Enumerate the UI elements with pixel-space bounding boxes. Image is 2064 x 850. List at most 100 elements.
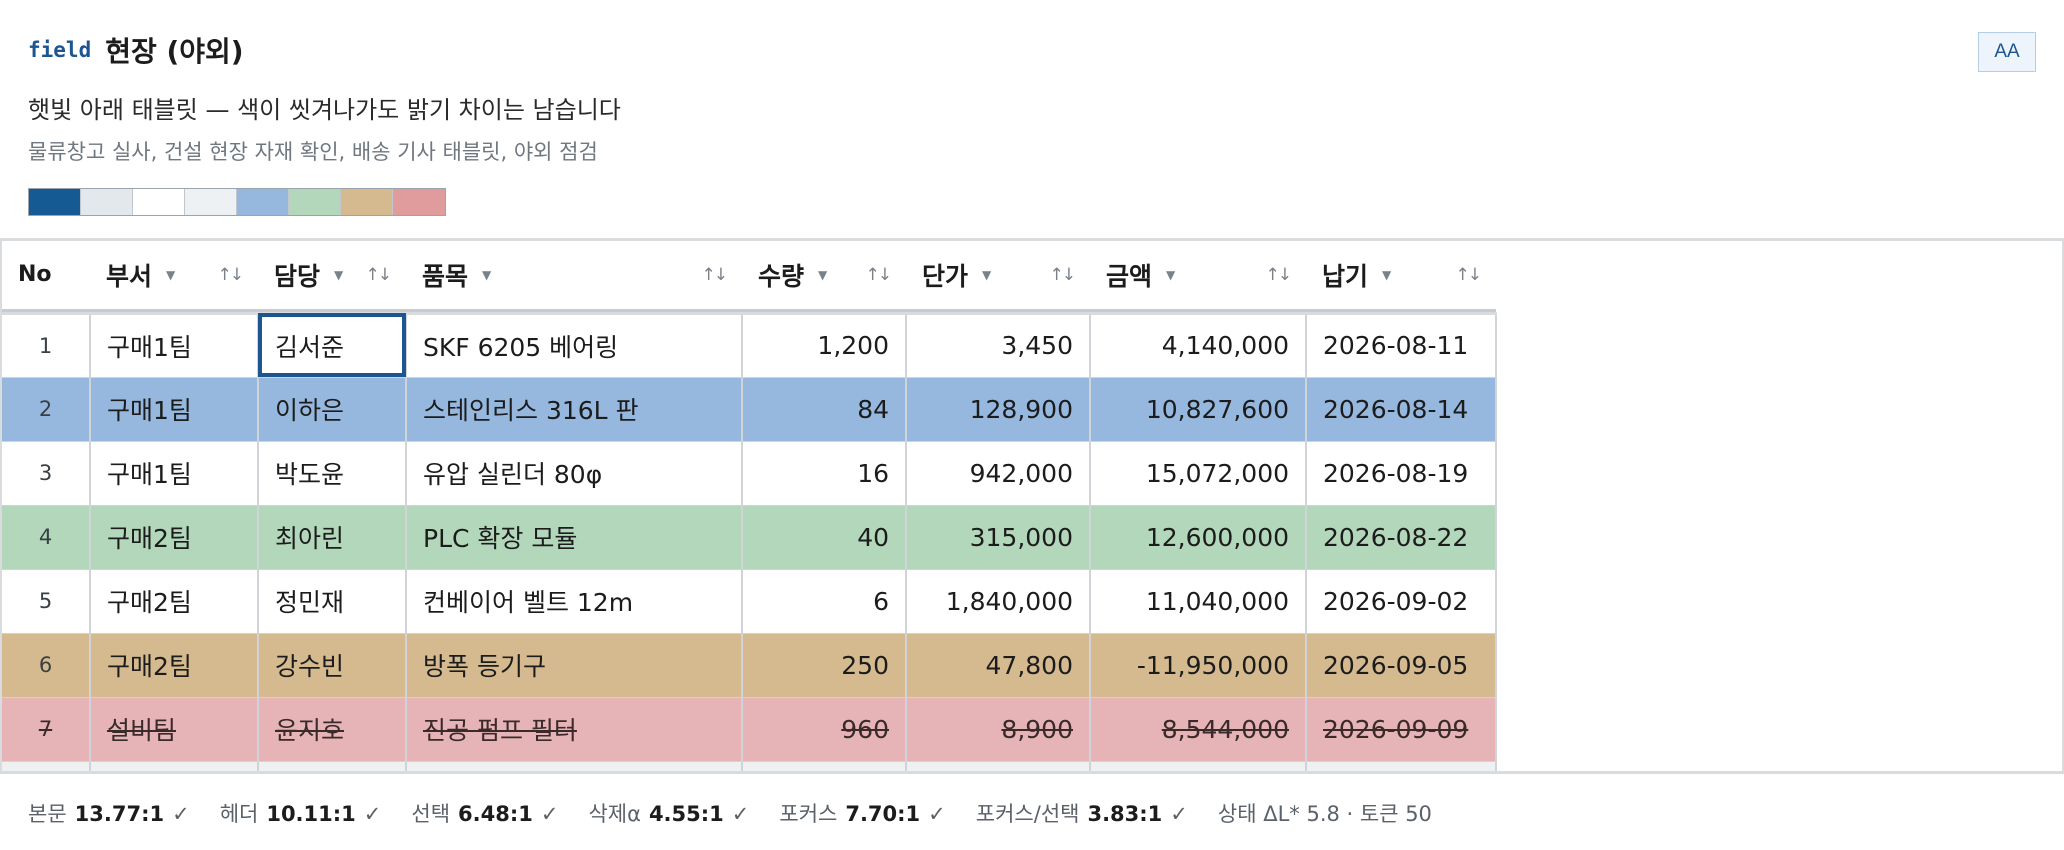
table-row-deleted[interactable]: 7 설비팀 윤지호 진공 펌프 필터 960 8,900 8,544,000 2…: [2, 697, 1497, 762]
table-row-added[interactable]: 4 구매2팀 최아린 PLC 확장 모듈 40 315,000 12,600,0…: [2, 505, 1497, 570]
filter-caret-icon[interactable]: ▼: [166, 268, 175, 282]
page-header: field 현장 (야외) AA 햇빛 아래 태블릿 — 색이 씻겨나가도 밝기…: [28, 30, 2036, 216]
cell-amount[interactable]: 10,827,600: [1090, 377, 1307, 442]
cell-due[interactable]: 2026-09-09: [1306, 697, 1497, 762]
cell-no[interactable]: 3: [2, 441, 91, 506]
cell-no[interactable]: 5: [2, 569, 91, 634]
cell-item[interactable]: 컨베이어 벨트 12m: [406, 569, 743, 634]
cell-amount[interactable]: 4,140,000: [1090, 313, 1307, 378]
cell-dept[interactable]: 구매1팀: [90, 377, 259, 442]
cell-due[interactable]: 2026-08-14: [1306, 377, 1497, 442]
cell-amount[interactable]: 12,600,000: [1090, 505, 1307, 570]
cell-item[interactable]: PLC 확장 모듈: [406, 505, 743, 570]
cell-dept[interactable]: 설비팀: [90, 697, 259, 762]
cell-dept[interactable]: 구매2팀: [90, 633, 259, 698]
sort-icon[interactable]: ↑↓: [218, 265, 244, 285]
column-header-dept[interactable]: 부서 ▼ ↑↓: [90, 241, 258, 315]
cell-dept[interactable]: 구매2팀: [90, 505, 259, 570]
cell-owner-focused[interactable]: 김서준: [258, 313, 407, 378]
table-row[interactable]: 3 구매1팀 박도윤 유압 실린더 80φ 16 942,000 15,072,…: [2, 441, 1497, 506]
filter-caret-icon[interactable]: ▼: [1382, 268, 1391, 282]
cell-owner[interactable]: 이하은: [258, 377, 407, 442]
stat-focus: 포커스 7.70:1 ✓: [779, 802, 946, 826]
sort-icon[interactable]: ↑↓: [1456, 265, 1482, 285]
sort-icon[interactable]: ↑↓: [702, 265, 728, 285]
sort-icon[interactable]: ↑↓: [1266, 265, 1292, 285]
cell-dept[interactable]: 구매1팀: [90, 313, 259, 378]
sort-icon[interactable]: ↑↓: [866, 265, 892, 285]
filter-caret-icon[interactable]: ▼: [1166, 268, 1175, 282]
cell-qty[interactable]: 960: [742, 697, 907, 762]
swatch: [185, 189, 237, 215]
cell-price[interactable]: 3,450: [906, 313, 1091, 378]
cell-owner[interactable]: 최아린: [258, 505, 407, 570]
cell-price[interactable]: 942,000: [906, 441, 1091, 506]
cell-no[interactable]: 1: [2, 313, 91, 378]
filter-caret-icon[interactable]: ▼: [482, 268, 491, 282]
cell-item[interactable]: 유압 실린더 80φ: [406, 441, 743, 506]
check-icon: ✓: [1170, 802, 1188, 826]
check-icon: ✓: [172, 802, 190, 826]
cell-owner[interactable]: 윤지호: [258, 697, 407, 762]
sort-icon[interactable]: ↑↓: [366, 265, 392, 285]
cell-dept[interactable]: 구매2팀: [90, 569, 259, 634]
cell-due[interactable]: 2026-08-11: [1306, 313, 1497, 378]
cell-empty: [90, 761, 259, 771]
column-header-item[interactable]: 품목 ▼ ↑↓: [406, 241, 742, 315]
cell-due[interactable]: 2026-09-02: [1306, 569, 1497, 634]
table-row[interactable]: 1 구매1팀 김서준 SKF 6205 베어링 1,200 3,450 4,14…: [2, 313, 1497, 378]
swatch: [341, 189, 393, 215]
column-header-owner[interactable]: 담당 ▼ ↑↓: [258, 241, 406, 315]
column-header-due[interactable]: 납기 ▼ ↑↓: [1306, 241, 1496, 315]
stat-deleted: 삭제α 4.55:1 ✓: [588, 802, 750, 826]
cell-owner[interactable]: 박도윤: [258, 441, 407, 506]
theme-tag: field: [28, 38, 92, 62]
table-row-selected[interactable]: 2 구매1팀 이하은 스테인리스 316L 판 84 128,900 10,82…: [2, 377, 1497, 442]
cell-price[interactable]: 128,900: [906, 377, 1091, 442]
cell-price[interactable]: 315,000: [906, 505, 1091, 570]
cell-qty[interactable]: 40: [742, 505, 907, 570]
font-size-button[interactable]: AA: [1978, 32, 2036, 72]
cell-owner[interactable]: 정민재: [258, 569, 407, 634]
cell-price[interactable]: 8,900: [906, 697, 1091, 762]
filter-caret-icon[interactable]: ▼: [818, 268, 827, 282]
cell-item[interactable]: 방폭 등기구: [406, 633, 743, 698]
cell-qty[interactable]: 1,200: [742, 313, 907, 378]
cell-dept[interactable]: 구매1팀: [90, 441, 259, 506]
sort-icon[interactable]: ↑↓: [1050, 265, 1076, 285]
cell-qty[interactable]: 84: [742, 377, 907, 442]
cell-amount[interactable]: 8,544,000: [1090, 697, 1307, 762]
cell-due[interactable]: 2026-08-19: [1306, 441, 1497, 506]
cell-empty: [906, 761, 1091, 771]
cell-due[interactable]: 2026-09-05: [1306, 633, 1497, 698]
cell-no[interactable]: 2: [2, 377, 91, 442]
table-row-modified[interactable]: 6 구매2팀 강수빈 방폭 등기구 250 47,800 -11,950,000…: [2, 633, 1497, 698]
cell-due[interactable]: 2026-08-22: [1306, 505, 1497, 570]
cell-amount[interactable]: -11,950,000: [1090, 633, 1307, 698]
cell-item[interactable]: 스테인리스 316L 판: [406, 377, 743, 442]
filter-caret-icon[interactable]: ▼: [334, 268, 343, 282]
filter-caret-icon[interactable]: ▼: [982, 268, 991, 282]
cell-amount[interactable]: 11,040,000: [1090, 569, 1307, 634]
cell-price[interactable]: 1,840,000: [906, 569, 1091, 634]
cell-item[interactable]: 진공 펌프 필터: [406, 697, 743, 762]
column-header-price[interactable]: 단가 ▼ ↑↓: [906, 241, 1090, 315]
cell-qty[interactable]: 16: [742, 441, 907, 506]
cell-amount[interactable]: 15,072,000: [1090, 441, 1307, 506]
cell-no[interactable]: 7: [2, 697, 91, 762]
page-subtitle: 햇빛 아래 태블릿 — 색이 씻겨나가도 밝기 차이는 남습니다: [28, 96, 621, 124]
check-icon: ✓: [363, 802, 382, 826]
column-header-qty[interactable]: 수량 ▼ ↑↓: [742, 241, 906, 315]
cell-no[interactable]: 6: [2, 633, 91, 698]
cell-no[interactable]: 4: [2, 505, 91, 570]
cell-price[interactable]: 47,800: [906, 633, 1091, 698]
column-header-amount[interactable]: 금액 ▼ ↑↓: [1090, 241, 1306, 315]
table-row[interactable]: 5 구매2팀 정민재 컨베이어 벨트 12m 6 1,840,000 11,04…: [2, 569, 1497, 634]
cell-item[interactable]: SKF 6205 베어링: [406, 313, 743, 378]
column-header-no[interactable]: No: [2, 241, 90, 315]
cell-qty[interactable]: 6: [742, 569, 907, 634]
cell-owner[interactable]: 강수빈: [258, 633, 407, 698]
cell-qty[interactable]: 250: [742, 633, 907, 698]
cell-empty: [258, 761, 407, 771]
stat-focus-selected: 포커스/선택 3.83:1 ✓: [975, 802, 1188, 826]
